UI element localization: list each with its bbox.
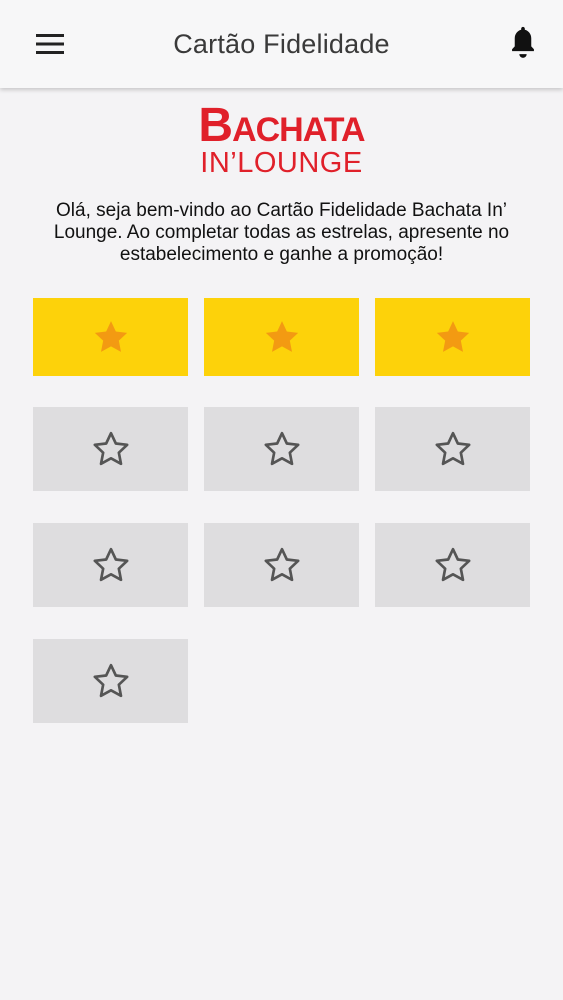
- star-filled-icon: [265, 321, 298, 352]
- welcome-message: Olá, seja bem-vindo ao Cartão Fidelidade…: [53, 200, 510, 265]
- logo-wordmark-bottom: IN’LOUNGE: [200, 147, 363, 179]
- star-filled-icon: [436, 321, 469, 352]
- menu-button[interactable]: [22, 22, 78, 66]
- menu-icon: [36, 34, 64, 54]
- star-outline-icon: [264, 547, 299, 582]
- stamp-empty[interactable]: [33, 523, 188, 607]
- page-title: Cartão Fidelidade: [173, 28, 390, 59]
- star-filled-icon: [94, 321, 127, 352]
- star-outline-icon: [93, 431, 128, 466]
- star-outline-icon: [435, 547, 470, 582]
- notifications-button[interactable]: [501, 20, 545, 64]
- stamp-empty[interactable]: [33, 639, 188, 723]
- brand-logo: BACHATA IN’LOUNGE: [0, 102, 563, 179]
- stamp-empty[interactable]: [204, 523, 359, 607]
- star-outline-icon: [264, 431, 299, 466]
- logo-letters-achata: ACHATA: [232, 111, 365, 149]
- bell-icon: [512, 26, 534, 58]
- stamp-empty[interactable]: [33, 407, 188, 491]
- logo-wordmark-top: BACHATA: [198, 102, 365, 152]
- star-outline-icon: [435, 431, 470, 466]
- app-bar: Cartão Fidelidade: [0, 0, 563, 88]
- stamp-empty[interactable]: [204, 407, 359, 491]
- stamp-filled[interactable]: [33, 298, 188, 376]
- star-outline-icon: [93, 663, 128, 698]
- star-outline-icon: [93, 547, 128, 582]
- stamp-empty[interactable]: [375, 407, 530, 491]
- stamp-empty[interactable]: [375, 523, 530, 607]
- stamp-filled[interactable]: [204, 298, 359, 376]
- logo-letter-b: B: [198, 99, 233, 152]
- stamp-filled[interactable]: [375, 298, 530, 376]
